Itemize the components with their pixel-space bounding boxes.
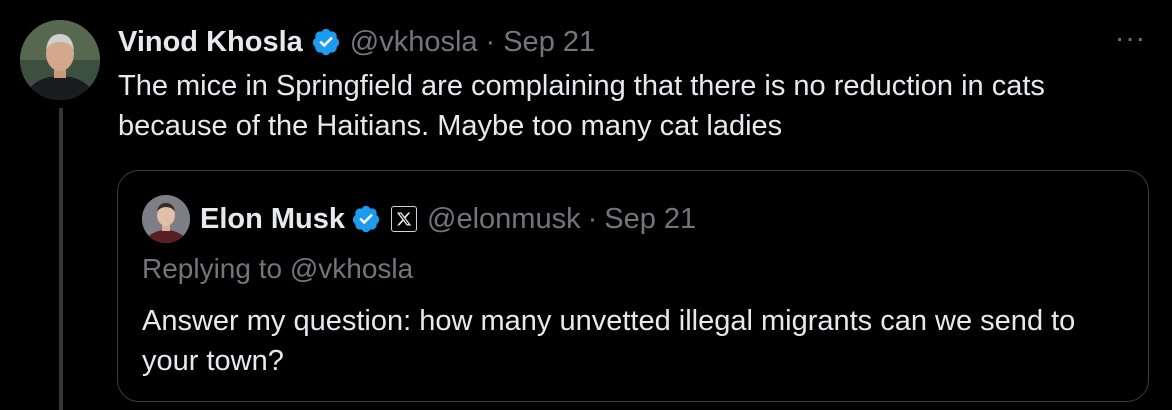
tweet-text: The mice in Springfield are complaining … — [118, 70, 1045, 142]
x-logo-icon[interactable] — [391, 206, 418, 232]
quoted-author-avatar-image — [142, 195, 190, 243]
quoted-author-name[interactable]: Elon Musk — [200, 203, 345, 236]
author-name[interactable]: Vinod Khosla — [118, 26, 303, 59]
tweet-date[interactable]: Sep 21 — [503, 26, 595, 59]
thread-line — [59, 108, 63, 410]
author-avatar-image — [20, 20, 100, 100]
quoted-tweet-text: Answer my question: how many unvetted il… — [142, 305, 1076, 377]
replying-to[interactable]: Replying to @vkhosla — [142, 253, 413, 285]
avatar[interactable] — [20, 20, 100, 100]
verified-badge-icon[interactable] — [351, 204, 381, 234]
quoted-tweet[interactable]: Elon Musk @elonmusk · Sep 21 Replying to… — [117, 170, 1149, 402]
quoted-author-handle[interactable]: @elonmusk — [427, 203, 581, 236]
quoted-tweet-date[interactable]: Sep 21 — [604, 203, 696, 236]
tweet-header: Vinod Khosla @vkhosla · Sep 21 — [118, 22, 595, 62]
quoted-tweet-header: Elon Musk @elonmusk · Sep 21 — [200, 199, 696, 239]
more-horizontal-icon[interactable]: ··· — [1115, 24, 1146, 52]
separator-dot: · — [485, 25, 496, 58]
verified-badge-icon[interactable] — [311, 27, 341, 57]
quoted-avatar[interactable] — [142, 195, 190, 243]
separator-dot: · — [587, 202, 598, 235]
author-handle[interactable]: @vkhosla — [350, 26, 478, 59]
tweet[interactable]: Vinod Khosla @vkhosla · Sep 21 ··· The m… — [0, 0, 1172, 410]
